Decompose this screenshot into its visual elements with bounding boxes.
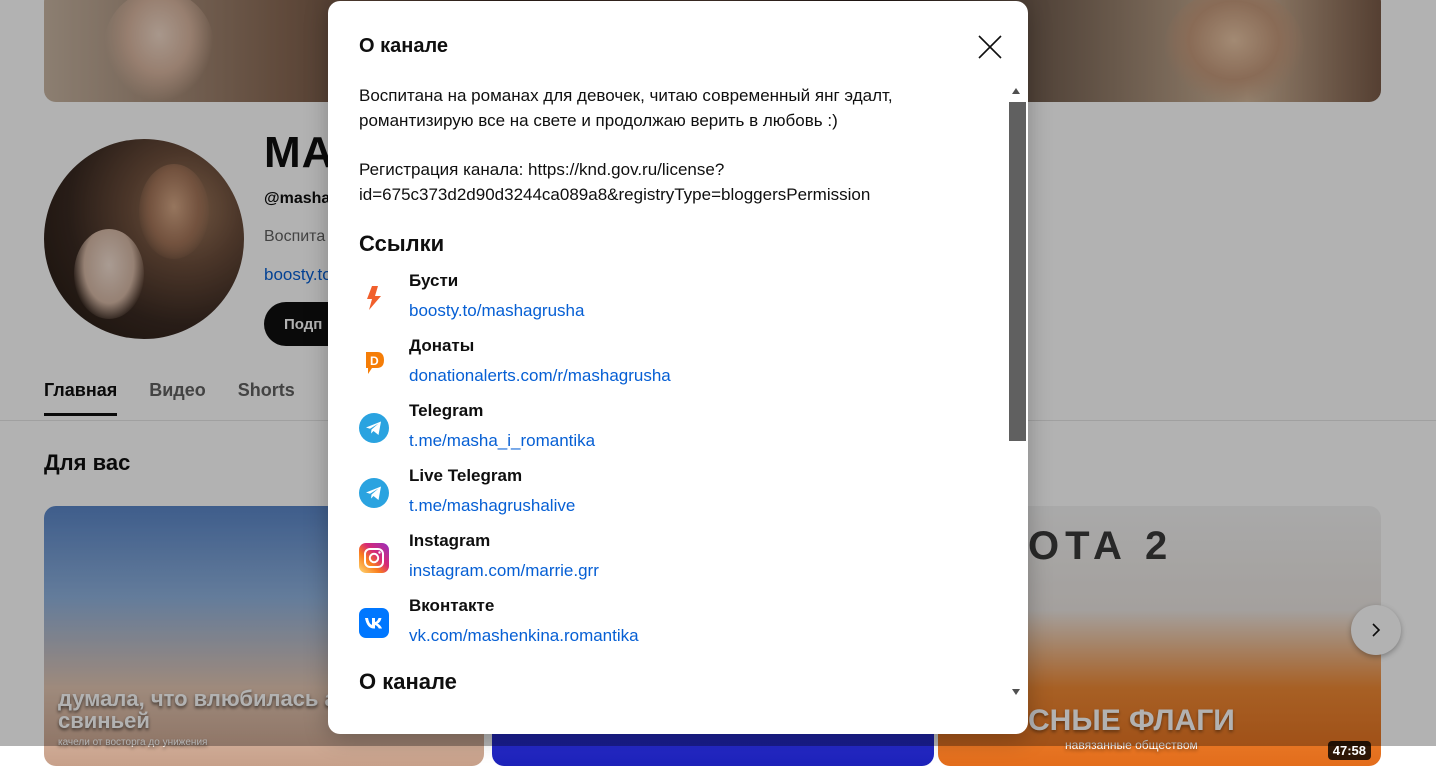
- link-url[interactable]: donationalerts.com/r/mashagrusha: [409, 364, 671, 388]
- links-heading: Ссылки: [359, 231, 445, 256]
- link-title: Вконтакте: [409, 596, 495, 615]
- description-paragraph: Воспитана на романах для девочек, читаю …: [359, 86, 893, 130]
- about-heading: О канале: [359, 669, 457, 694]
- link-item: Instagram instagram.com/marrie.grr: [359, 529, 999, 594]
- scroll-down-arrow-icon[interactable]: [1012, 689, 1020, 695]
- link-title: Бусти: [409, 271, 459, 290]
- channel-description: Воспитана на романах для девочек, читаю …: [359, 83, 999, 207]
- link-item: Telegram t.me/masha_i_romantika: [359, 399, 999, 464]
- link-item: Вконтакте vk.com/mashenkina.romantika: [359, 594, 999, 659]
- telegram-icon: [359, 413, 389, 443]
- dialog-title: О канале: [359, 35, 449, 57]
- link-url[interactable]: boosty.to/mashagrusha: [409, 299, 584, 323]
- link-title: Instagram: [409, 531, 491, 550]
- close-icon: [978, 35, 1002, 59]
- link-url[interactable]: vk.com/mashenkina.romantika: [409, 624, 639, 648]
- link-url[interactable]: t.me/masha_i_romantika: [409, 429, 595, 453]
- link-item: Live Telegram t.me/mashagrushalive: [359, 464, 999, 529]
- registration-text: Регистрация канала: https://knd.gov.ru/l…: [359, 160, 871, 204]
- link-title: Донаты: [409, 336, 475, 355]
- link-title: Live Telegram: [409, 466, 523, 485]
- link-url[interactable]: t.me/mashagrushalive: [409, 494, 575, 518]
- link-item: D Донаты donationalerts.com/r/mashagrush…: [359, 334, 999, 399]
- svg-text:D: D: [370, 354, 379, 368]
- instagram-icon: [359, 543, 389, 573]
- close-button[interactable]: [972, 29, 1008, 65]
- boosty-icon: [367, 286, 381, 310]
- about-dialog: О канале Воспитана на романах для девоче…: [328, 1, 1028, 734]
- scrollbar-thumb[interactable]: [1009, 102, 1026, 441]
- link-item: Бусти boosty.to/mashagrusha: [359, 269, 999, 334]
- dialog-scrollbar[interactable]: [981, 86, 997, 698]
- dialog-scroll-content[interactable]: Воспитана на романах для девочек, читаю …: [359, 83, 999, 723]
- link-url[interactable]: instagram.com/marrie.grr: [409, 559, 599, 583]
- scroll-up-arrow-icon[interactable]: [1012, 88, 1020, 94]
- vk-icon: [359, 608, 389, 638]
- link-title: Telegram: [409, 401, 484, 420]
- donationalerts-icon: D: [366, 352, 384, 374]
- telegram-icon: [359, 478, 389, 508]
